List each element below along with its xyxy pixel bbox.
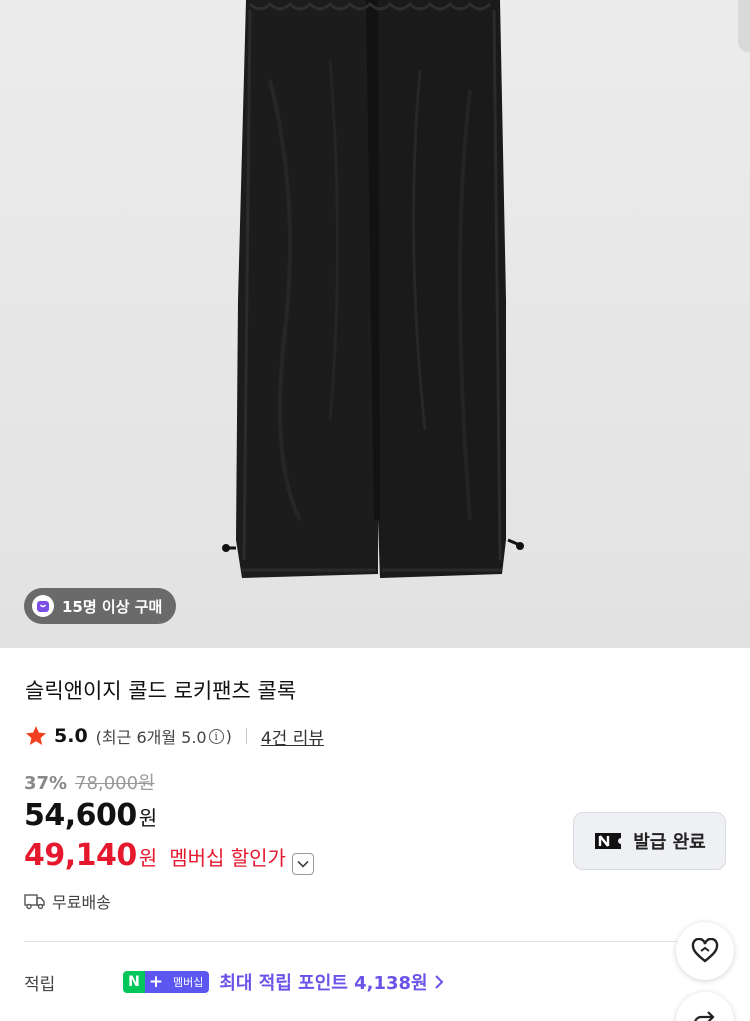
share-button[interactable] [676, 992, 734, 1021]
coupon-label: 발급 완료 [633, 832, 706, 853]
buyers-badge: 15명 이상 구매 [24, 588, 177, 624]
rating-value: 5.0 [54, 725, 88, 747]
heart-icon [691, 938, 719, 963]
truck-icon [24, 894, 45, 910]
original-price: 78,000원 [75, 773, 155, 794]
share-icon [694, 1011, 715, 1021]
product-image[interactable]: 15명 이상 구매 [0, 0, 750, 648]
points-label: 적립 [24, 974, 56, 995]
rating-detail-text: (최근 6개월 5.0 [95, 728, 207, 747]
discount-row: 37% 78,000원 [24, 769, 155, 795]
price-row: 54,600 원 [24, 798, 157, 833]
shipping-label: 무료배송 [52, 893, 111, 912]
naver-coupon-icon [595, 833, 622, 849]
membership-price: 49,140 [24, 838, 137, 873]
price-unit: 원 [138, 806, 158, 830]
product-title: 슬릭앤이지 콜드 로키팬츠 콜록 [25, 679, 297, 703]
section-divider [24, 941, 726, 942]
membership-price-label: 멤버십 할인가 [169, 846, 286, 870]
rating-detail-close: ) [225, 726, 232, 746]
next-image-peek [738, 0, 750, 52]
naver-n-icon: N [123, 971, 145, 993]
chevron-down-icon[interactable] [291, 853, 314, 875]
buyers-count-text: 15명 이상 구매 [62, 597, 163, 616]
discount-rate: 37% [24, 773, 68, 794]
chevron-right-icon [434, 975, 444, 989]
shipping-row: 무료배송 [24, 889, 111, 913]
coupon-issued-button[interactable]: 발급 완료 [573, 812, 726, 870]
membership-badge-text: 멤버십 [167, 971, 210, 993]
naver-plus-membership-badge: N + 멤버십 [123, 971, 210, 993]
product-photo-pants [222, 0, 524, 578]
shopping-bag-icon [32, 595, 54, 617]
info-icon[interactable]: i [208, 728, 224, 744]
star-icon [26, 726, 46, 745]
plus-icon: + [145, 971, 167, 993]
wishlist-button[interactable] [676, 922, 734, 980]
membership-price-unit: 원 [138, 846, 158, 870]
points-row[interactable]: 적립 N + 멤버십 최대 적립 포인트 4,138원 [24, 968, 664, 996]
divider [245, 728, 247, 744]
membership-price-row[interactable]: 49,140 원 멤버십 할인가 [24, 838, 314, 875]
rating-row: 5.0 (최근 6개월 5.0 i ) 4건 리뷰 [24, 722, 324, 750]
sale-price: 54,600 [24, 798, 137, 833]
max-points-text: 최대 적립 포인트 4,138원 [219, 973, 428, 994]
review-link[interactable]: 4건 리뷰 [261, 724, 324, 749]
rating-detail: (최근 6개월 5.0 i ) [96, 724, 232, 748]
